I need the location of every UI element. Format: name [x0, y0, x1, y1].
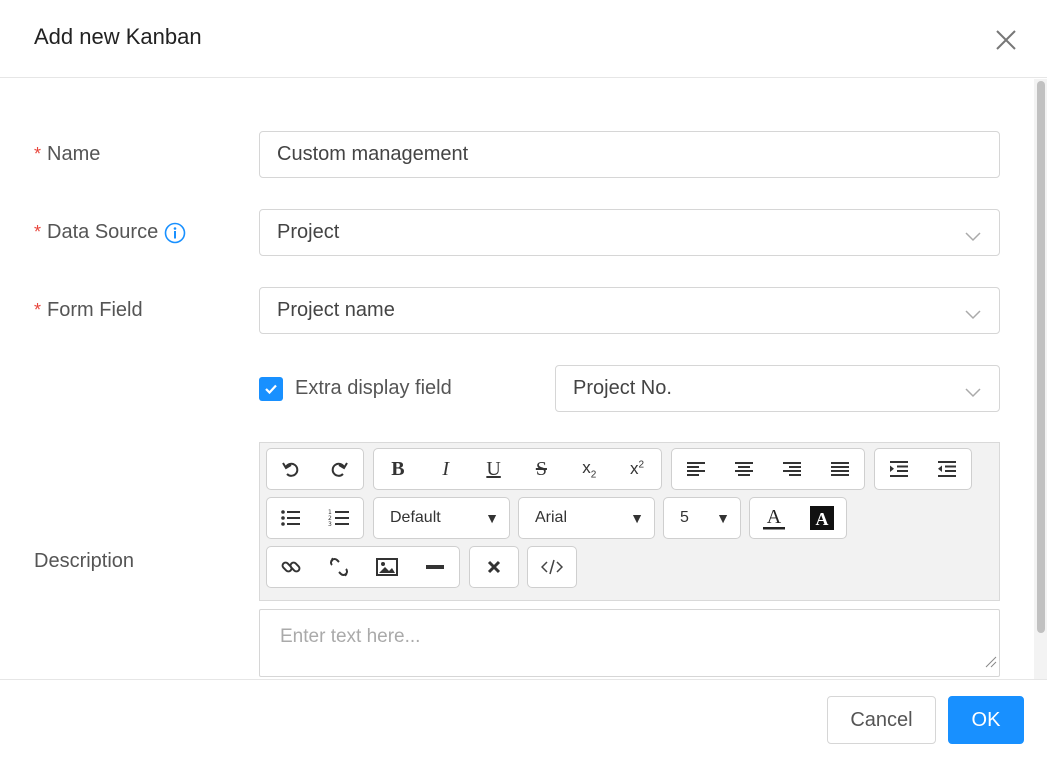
- superscript-icon[interactable]: x2: [613, 449, 661, 489]
- caret-down-icon: ▼: [485, 510, 499, 526]
- indent-icon[interactable]: [875, 449, 923, 489]
- chevron-down-icon: [965, 303, 981, 326]
- cancel-button[interactable]: Cancel: [827, 696, 936, 744]
- description-textarea[interactable]: Enter text here...: [259, 609, 1000, 677]
- ok-button[interactable]: OK: [948, 696, 1024, 744]
- caret-down-icon: ▼: [630, 510, 644, 526]
- unlink-icon[interactable]: [315, 547, 363, 587]
- indent-group: [874, 448, 972, 490]
- data-source-select[interactable]: Project: [259, 209, 1000, 256]
- image-icon[interactable]: [363, 547, 411, 587]
- dialog-title: Add new Kanban: [34, 24, 202, 49]
- chevron-down-icon: [965, 225, 981, 248]
- dialog-header: Add new Kanban: [0, 0, 1047, 78]
- font-family-select[interactable]: Arial ▼: [518, 497, 655, 539]
- description-label: Description: [34, 550, 135, 572]
- text-style-group: B I U S x2 x2: [373, 448, 662, 490]
- extra-display-select[interactable]: Project No.: [555, 365, 1000, 412]
- close-icon[interactable]: [992, 26, 1020, 54]
- dialog-footer: Cancel OK: [0, 679, 1047, 757]
- editor-toolbar: B I U S x2 x2 1 2 3 Default ▼ Arial ▼ 5 …: [259, 442, 1000, 601]
- numbered-list-icon[interactable]: 123: [315, 498, 363, 538]
- svg-text:A: A: [767, 506, 782, 528]
- highlight-color-icon[interactable]: A: [798, 498, 846, 538]
- align-right-icon[interactable]: [768, 449, 816, 489]
- caret-down-icon: ▼: [716, 510, 730, 526]
- scrollbar-thumb[interactable]: [1037, 81, 1045, 633]
- data-source-label: * Data Source: [34, 221, 186, 244]
- extra-display-checkbox[interactable]: [259, 377, 283, 401]
- clear-group: [469, 546, 519, 588]
- horizontal-rule-icon[interactable]: [411, 547, 459, 587]
- history-group: [266, 448, 364, 490]
- list-group: 123: [266, 497, 364, 539]
- italic-icon[interactable]: I: [422, 449, 470, 489]
- align-center-icon[interactable]: [720, 449, 768, 489]
- font-size-select[interactable]: 5 ▼: [663, 497, 741, 539]
- subscript-icon[interactable]: x2: [565, 449, 613, 489]
- outdent-icon[interactable]: [923, 449, 971, 489]
- svg-text:A: A: [816, 509, 829, 529]
- align-group: [671, 448, 865, 490]
- align-justify-icon[interactable]: [816, 449, 864, 489]
- strikethrough-icon[interactable]: S: [517, 449, 565, 489]
- resize-handle-icon[interactable]: [985, 652, 997, 674]
- source-group: [527, 546, 577, 588]
- extra-display-label[interactable]: Extra display field: [295, 377, 452, 400]
- bold-icon[interactable]: B: [374, 449, 422, 489]
- svg-text:3: 3: [328, 521, 332, 527]
- required-marker: *: [34, 300, 42, 320]
- name-input[interactable]: Custom management: [259, 131, 1000, 178]
- dialog-body: * Name Custom management * Data Source P…: [0, 79, 1047, 679]
- form-field-select[interactable]: Project name: [259, 287, 1000, 334]
- chevron-down-icon: [965, 381, 981, 404]
- underline-icon[interactable]: U: [470, 449, 518, 489]
- font-color-icon[interactable]: A: [750, 498, 798, 538]
- form-field-label: * Form Field: [34, 299, 143, 321]
- align-left-icon[interactable]: [672, 449, 720, 489]
- insert-group: [266, 546, 460, 588]
- name-label: * Name: [34, 143, 101, 165]
- color-group: A A: [749, 497, 847, 539]
- info-icon[interactable]: [164, 222, 186, 244]
- source-code-icon[interactable]: [528, 547, 576, 587]
- clear-format-icon[interactable]: [470, 547, 518, 587]
- required-marker: *: [34, 144, 42, 164]
- redo-icon[interactable]: [315, 449, 363, 489]
- undo-icon[interactable]: [267, 449, 315, 489]
- format-select[interactable]: Default ▼: [373, 497, 510, 539]
- link-icon[interactable]: [267, 547, 315, 587]
- bullet-list-icon[interactable]: [267, 498, 315, 538]
- required-marker: *: [34, 222, 42, 242]
